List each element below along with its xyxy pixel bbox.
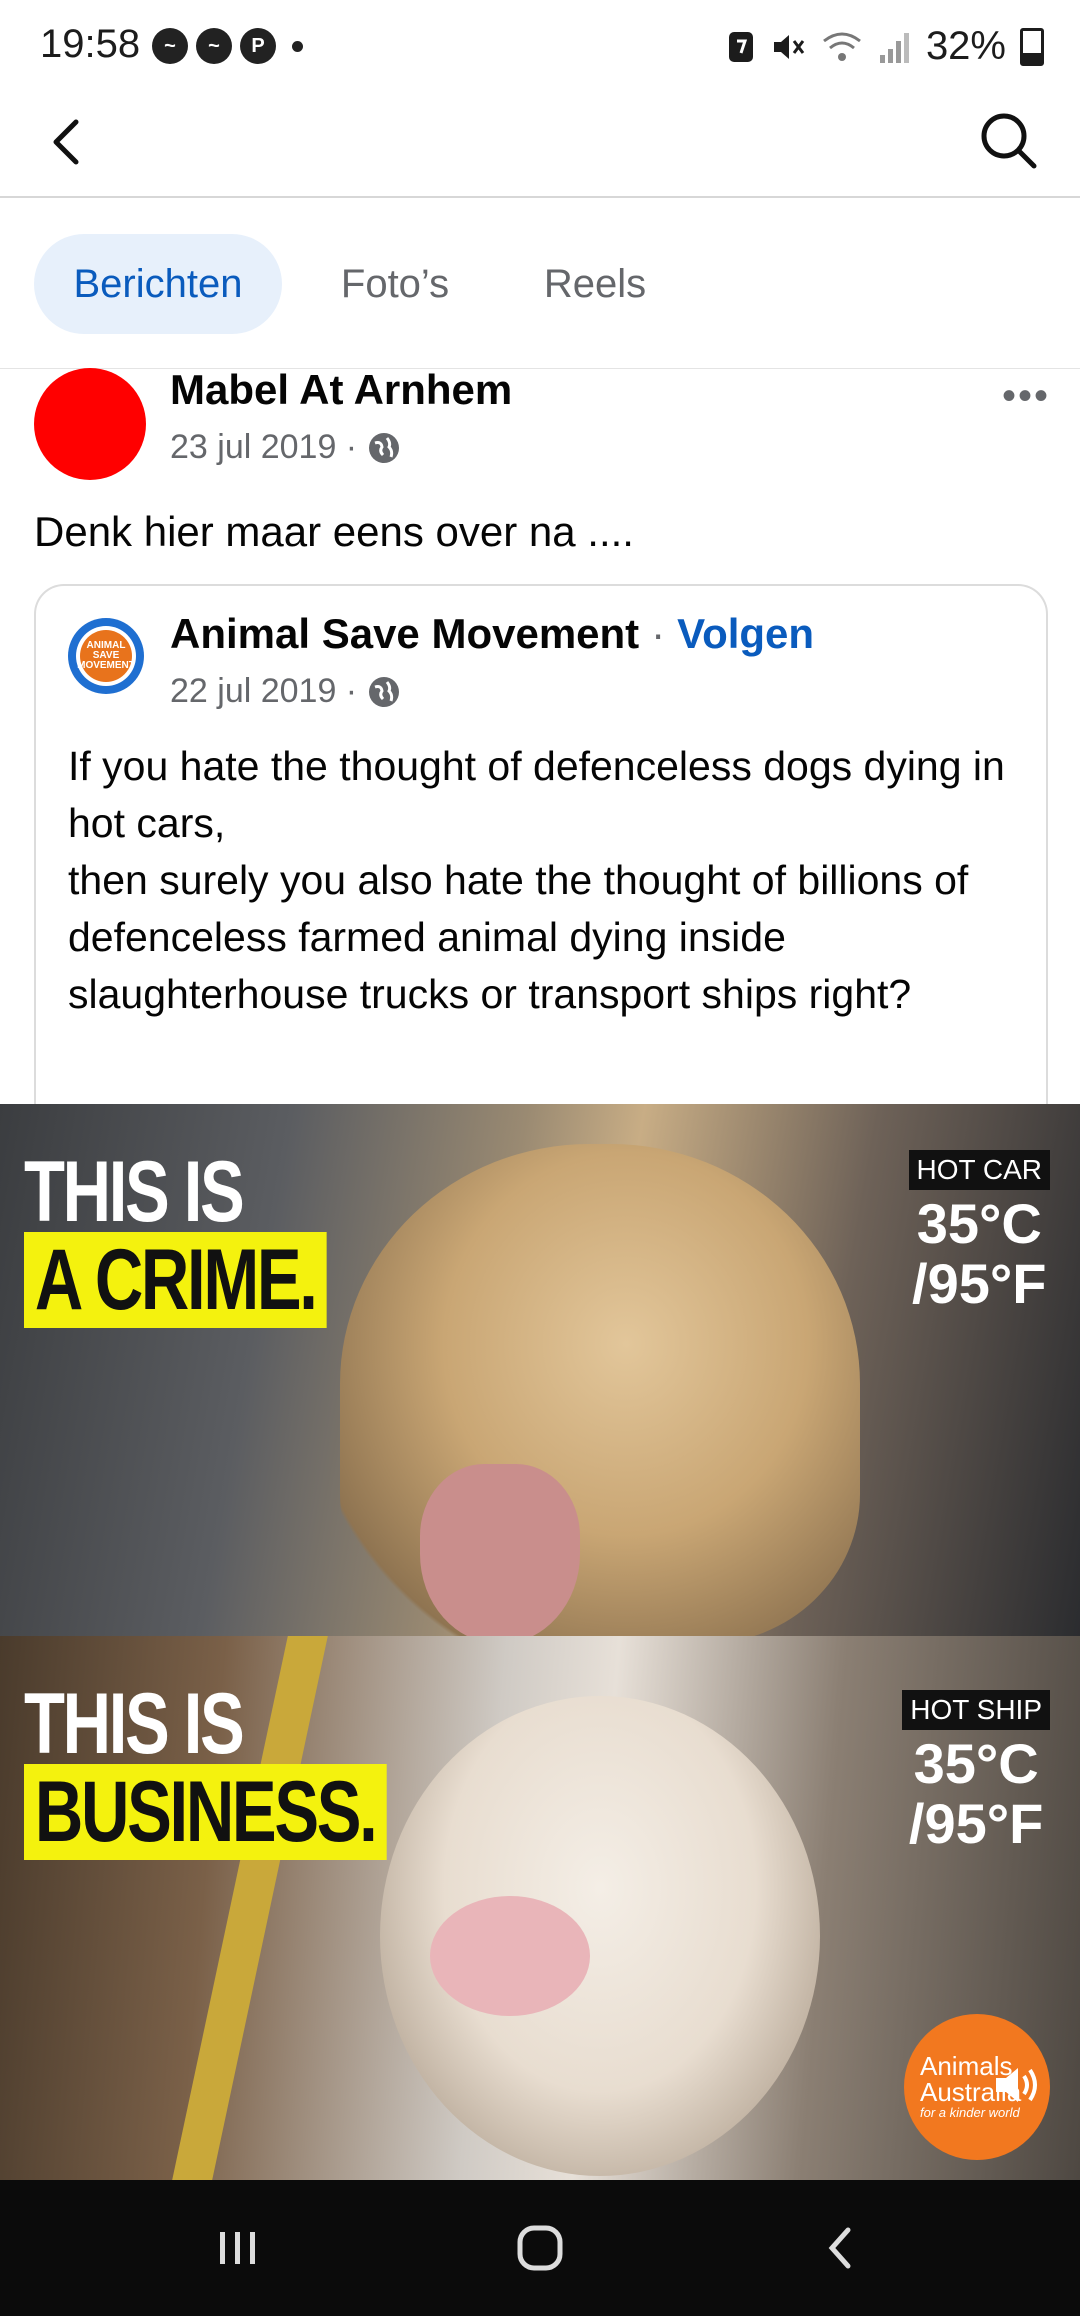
page-logo[interactable]: ANIMAL SAVE MOVEMENT [68,618,144,694]
notification-icons: ~ ~ P [152,28,303,64]
crime-caption: THIS IS A CRIME. [24,1144,327,1328]
shared-post-text: If you hate the thought of defenceless d… [68,743,1005,1017]
page-logo-text: ANIMAL SAVE MOVEMENT [77,630,135,682]
wifi-icon [823,32,861,61]
globe-icon [369,676,400,707]
business-caption: THIS IS BUSINESS. [24,1676,387,1860]
back-nav-icon[interactable] [812,2218,872,2278]
more-options-icon[interactable]: ••• [1002,374,1050,419]
status-right: 32% [726,24,1044,69]
pinterest-icon: P [240,28,276,64]
home-icon[interactable] [510,2218,570,2278]
hot-ship-label: HOT SHIP 35°C /95°F [902,1690,1050,1855]
signal-icon [879,32,909,63]
hot-label: HOT CAR [908,1150,1050,1190]
post-author[interactable]: Mabel At Arnhem [170,366,512,414]
profile-tabs: Berichten Foto’s Reels [0,196,1080,369]
avatar[interactable] [34,368,146,480]
shared-date: 22 jul 2019 · [170,672,358,710]
dog-tongue [420,1464,580,1636]
post-message: Denk hier maar eens over na .... [34,508,634,555]
back-arrow-icon[interactable] [40,112,100,172]
hot-label: HOT SHIP [902,1690,1050,1730]
post-meta: 23 jul 2019 · [170,428,401,467]
battery-percentage: 32% [925,24,1006,68]
messenger-icon: ~ [196,28,232,64]
caption-line2-wrap: A CRIME. [24,1232,327,1328]
temp-f: /95°F [908,1792,1044,1855]
page-logo-ring: ANIMAL SAVE MOVEMENT [76,626,136,686]
temp-c: 35°C [916,1192,1042,1255]
status-time: 19:58 [40,22,141,66]
top-app-bar [0,90,1080,198]
tab-fotos[interactable]: Foto’s [310,234,480,334]
tab-berichten[interactable]: Berichten [34,234,282,334]
tab-reels[interactable]: Reels [510,234,680,334]
temp-c: 35°C [913,1732,1039,1795]
speaker-icon[interactable] [990,2060,1040,2110]
nfc-icon [728,31,753,62]
sheep-snout [430,1896,590,2016]
hot-car-label: HOT CAR 35°C /95°F [908,1150,1050,1315]
globe-icon [369,432,400,463]
caption-line2: A CRIME. [24,1232,327,1328]
recent-apps-icon[interactable] [208,2218,268,2278]
video-frame-top[interactable]: THIS IS A CRIME. HOT CAR 35°C /95°F [0,1104,1080,1636]
dog-image [340,1144,860,1636]
mute-icon [773,34,805,59]
battery-icon [1020,27,1044,66]
messenger-icon: ~ [152,28,188,64]
search-icon[interactable] [976,108,1040,172]
caption-line1: THIS IS [24,1144,245,1240]
follow-button[interactable]: Volgen [677,610,814,658]
caption-line1: THIS IS [24,1676,245,1772]
caption-line2-wrap: BUSINESS. [24,1764,387,1860]
more-notifications-dot [292,40,303,52]
shared-meta: 22 jul 2019 · [170,672,401,711]
caption-line2: BUSINESS. [24,1764,387,1860]
shared-page-name[interactable]: Animal Save Movement [170,610,639,658]
temp-f: /95°F [912,1252,1047,1315]
separator: · [651,610,666,657]
system-nav-bar [0,2180,1080,2316]
status-bar: 19:58 ~ ~ P 32% [0,0,1080,90]
post-date: 23 jul 2019 · [170,428,358,466]
shared-header: Animal Save Movement · Volgen [170,610,814,658]
